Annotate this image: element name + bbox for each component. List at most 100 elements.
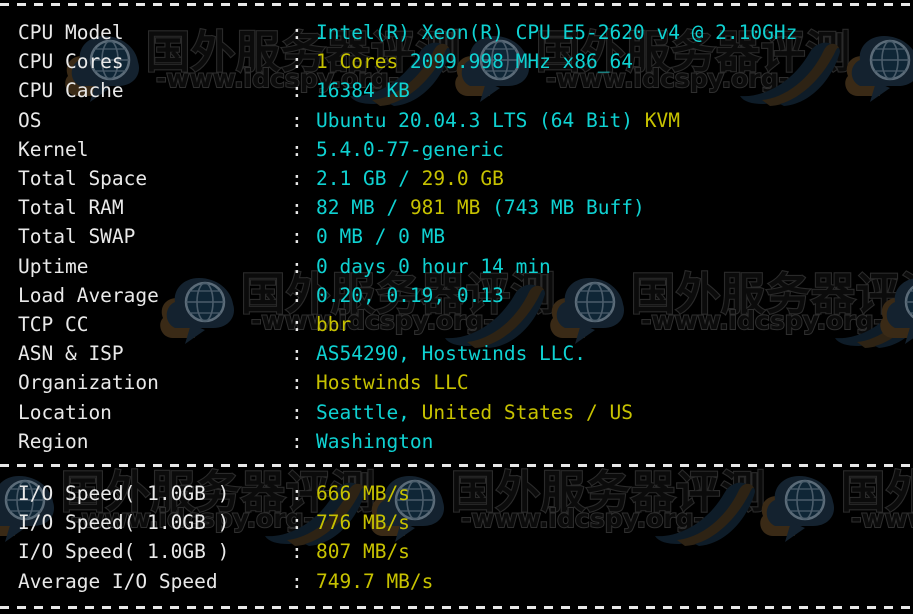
row-separator-colon: : [291,50,303,74]
terminal-row-organization: Organization: Hostwinds LLC [0,368,913,397]
row-separator-colon: : [291,254,303,278]
terminal-row-location: Location: Seattle, United States / US [0,398,913,427]
terminal-row-total-space: Total Space:2.1 GB / 29.0 GB [0,164,913,193]
row-label: Average I/O Speed [18,569,218,593]
terminal-row-average-i-o-speed-4: Average I/O Speed:749.7 MB/s [0,567,913,596]
value-segment: 807 MB/s [316,540,410,564]
terminal-content: CPU Model: Intel(R) Xeon(R) CPU E5-2620 v… [0,0,913,614]
row-value: Washington [316,427,433,456]
row-value: 0 days 0 hour 14 min [316,252,551,281]
value-segment: Washington [316,429,434,453]
row-separator-colon: : [291,196,303,220]
terminal-row-i-o-speed-1-0gb-2: I/O Speed( 1.0GB ):776 MB/s [0,508,913,537]
terminal-row-region: Region: Washington [0,427,913,456]
value-segment: United States / US [421,400,633,424]
row-value: 666 MB/s [316,479,410,508]
row-label: I/O Speed( 1.0GB ) [18,482,230,505]
value-segment: 0.20, 0.19, 0.13 [316,283,504,307]
value-segment: 0 MB / 0 MB [316,225,446,249]
row-separator-colon: : [291,313,303,336]
row-label: ASN & ISP [18,342,124,366]
terminal-row-load-average: Load Average:0.20, 0.19, 0.13 [0,281,913,310]
value-segment: KVM [644,108,680,132]
value-segment: 82 MB [316,196,387,220]
value-segment: 2099.998 MHz x86_64 [398,50,633,74]
row-value: 0 MB / 0 MB [316,222,445,251]
row-value: Seattle, United States / US [316,398,633,427]
row-separator-colon: : [291,225,303,249]
row-label: Region [18,429,89,453]
row-separator-colon: : [291,342,303,366]
row-value: Intel(R) Xeon(R) CPU E5-2620 v4 @ 2.10GH… [316,18,797,47]
row-value: Hostwinds LLC [316,368,469,397]
row-separator-colon: : [291,21,303,44]
row-label: TCP CC [18,313,89,336]
row-separator-colon: : [291,371,303,395]
terminal-row-uptime: Uptime:0 days 0 hour 14 min [0,252,913,281]
row-label: Total SWAP [18,225,136,249]
terminal-row-total-swap: Total SWAP:0 MB / 0 MB [0,222,913,251]
row-label: Uptime [18,254,89,278]
row-value: 0.20, 0.19, 0.13 [316,281,504,310]
row-label: Kernel [18,137,89,161]
row-separator-colon: : [291,108,303,132]
row-label: I/O Speed( 1.0GB ) [18,540,230,564]
value-segment: / [398,167,422,190]
row-separator-colon: : [291,79,303,103]
terminal-row-cpu-model: CPU Model: Intel(R) Xeon(R) CPU E5-2620 v… [0,18,913,47]
value-segment: 0 days 0 hour 14 min [316,254,551,278]
row-label: OS [18,108,42,132]
row-value: 749.7 MB/s [316,567,433,596]
row-value: 82 MB / 981 MB (743 MB Buff) [316,193,645,222]
value-segment: / [386,196,410,220]
row-label: Total RAM [18,196,124,220]
row-value: 2.1 GB / 29.0 GB [316,164,504,193]
row-separator-colon: : [291,569,303,593]
value-segment: Hostwinds LLC [316,371,469,395]
terminal-row-cpu-cache: CPU Cache:16384 KB [0,76,913,105]
row-label: Total Space [18,167,148,190]
row-value: 776 MB/s [316,508,410,537]
value-segment: 5.4.0-77-generic [316,137,504,161]
terminal-row-i-o-speed-1-0gb-1: I/O Speed( 1.0GB ):666 MB/s [0,479,913,508]
value-segment: bbr [316,313,352,336]
row-label: Load Average [18,283,159,307]
row-label: I/O Speed( 1.0GB ) [18,511,230,535]
row-label: Organization [18,371,159,395]
row-value: Ubuntu 20.04.3 LTS (64 Bit) KVM [316,106,680,135]
terminal-window: 国外服务器评测 -www.idcspy.org- 国外服务器评测 -www.idcsp… [0,0,913,614]
separator-line-bottom [0,606,913,609]
row-value: 807 MB/s [316,537,410,566]
value-segment: 2.1 GB [316,167,399,190]
value-segment: Ubuntu 20.04.3 LTS (64 Bit) [316,108,645,132]
row-value: 5.4.0-77-generic [316,135,504,164]
value-segment: 776 MB/s [316,511,410,535]
row-separator-colon: : [291,283,303,307]
value-segment: Intel(R) Xeon(R) CPU E5-2620 v4 @ 2.10GH… [316,21,798,44]
value-segment: AS54290, Hostwinds LLC. [316,342,587,366]
value-segment: 1 Cores [316,50,399,74]
terminal-row-os: OS: Ubuntu 20.04.3 LTS (64 Bit) KVM [0,106,913,135]
row-separator-colon: : [291,167,303,190]
separator-line-top [0,3,913,6]
row-separator-colon: : [291,511,303,535]
row-value: bbr [316,310,351,339]
value-segment: Seattle, [316,400,422,424]
terminal-row-kernel: Kernel:5.4.0-77-generic [0,135,913,164]
terminal-row-tcp-cc: TCP CC: bbr [0,310,913,339]
row-label: Location [18,400,112,424]
value-segment: 29.0 GB [421,167,504,190]
row-separator-colon: : [291,137,303,161]
value-segment: 981 MB [409,196,481,220]
row-value: 1 Cores 2099.998 MHz x86_64 [316,47,633,76]
row-separator-colon: : [291,400,303,424]
terminal-row-total-ram: Total RAM:82 MB / 981 MB (743 MB Buff) [0,193,913,222]
value-segment: 749.7 MB/s [316,569,434,593]
value-segment: 666 MB/s [316,482,410,505]
row-separator-colon: : [291,482,303,505]
value-segment: 16384 KB [316,79,410,103]
row-value: 16384 KB [316,76,410,105]
terminal-row-asn-isp: ASN & ISP: AS54290, Hostwinds LLC. [0,339,913,368]
terminal-row-cpu-cores: CPU Cores:1 Cores 2099.998 MHz x86_64 [0,47,913,76]
row-separator-colon: : [291,429,303,453]
